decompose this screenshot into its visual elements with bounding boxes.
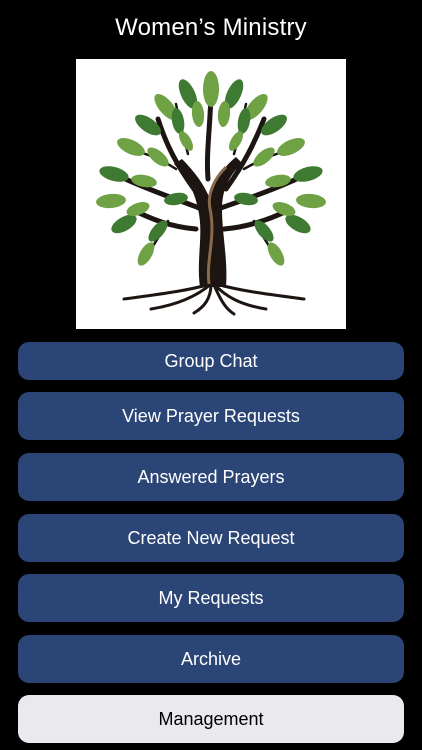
- page-title: Women’s Ministry: [115, 14, 307, 41]
- my-requests-button[interactable]: My Requests: [18, 574, 404, 622]
- view-prayer-requests-button[interactable]: View Prayer Requests: [18, 392, 404, 440]
- group-chat-button[interactable]: Group Chat: [18, 342, 404, 380]
- answered-prayers-button[interactable]: Answered Prayers: [18, 453, 404, 501]
- archive-button[interactable]: Archive: [18, 635, 404, 683]
- tree-icon: [96, 71, 326, 316]
- create-new-request-button[interactable]: Create New Request: [18, 514, 404, 562]
- ministry-logo: [76, 59, 346, 329]
- management-button[interactable]: Management: [18, 695, 404, 743]
